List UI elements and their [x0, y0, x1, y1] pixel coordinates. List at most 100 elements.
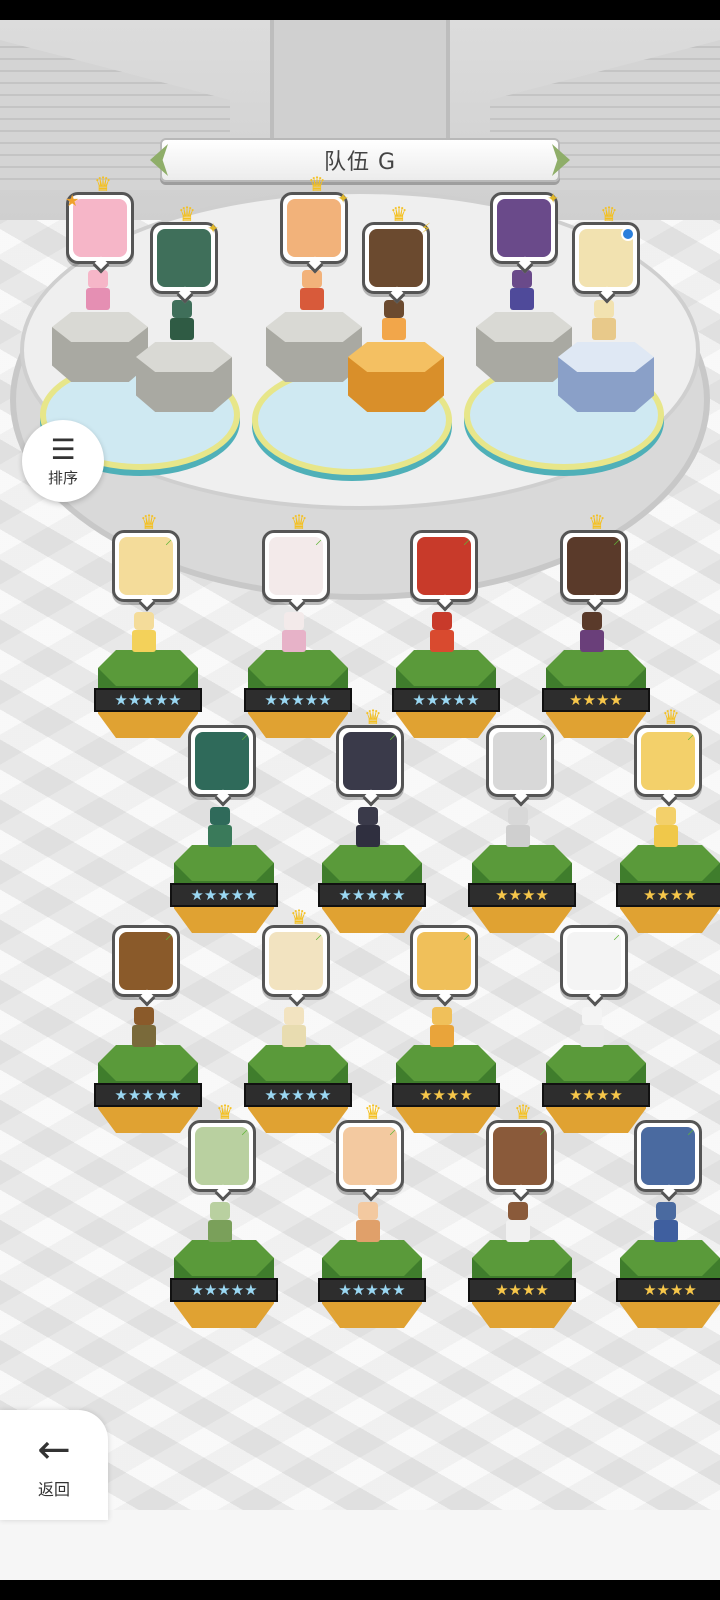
hero-sprite-brown-haired-ninja[interactable]: [572, 612, 612, 654]
crown-icon: ♛: [308, 172, 326, 196]
hero-sprite-tan-warrior[interactable]: [124, 1007, 164, 1049]
hero-sprite-white-haired-tan-boy[interactable]: [498, 1202, 538, 1244]
hero-portrait-cowgirl[interactable]: ♛ ⸝: [336, 1102, 404, 1202]
hero-portrait-white-goat[interactable]: ⸝: [560, 925, 628, 1007]
hero-portrait-orange-haired-girl[interactable]: ♛ ✦: [280, 174, 349, 274]
hero-sprite-green-haired-mage[interactable]: [200, 807, 240, 849]
grass-pedestal: ★★★★: [392, 1045, 500, 1135]
grass-pedestal: ★★★★★: [94, 650, 202, 740]
sprite-head: [358, 807, 378, 825]
crown-icon: ♛: [364, 1100, 382, 1124]
hero-sprite-red-dragon-knight[interactable]: [422, 612, 462, 654]
grass-pedestal: ★★★★★: [244, 1045, 352, 1135]
status-bar: [0, 0, 720, 20]
crown-icon: ♛: [140, 510, 158, 534]
sparkle-icon: ✦: [207, 221, 219, 237]
hero-portrait-green-haired-girl[interactable]: ♛ ✦: [150, 204, 219, 304]
hero-portrait-dark-skinned-girl[interactable]: ✦: [490, 191, 559, 274]
sprite-body: [282, 1025, 306, 1047]
hero-sprite-white-dragon[interactable]: [584, 300, 624, 342]
hero-portrait-white-tiger[interactable]: ⸝: [486, 725, 554, 807]
star-rating: ★★★★: [468, 883, 576, 907]
pedestal-top: [348, 342, 444, 372]
sprite-head: [210, 807, 230, 825]
hero-sprite-glasses-boy[interactable]: [374, 300, 414, 342]
hero-sprite-snake-hat-girl[interactable]: [200, 1202, 240, 1244]
hero-sprite-cat-boy[interactable]: [422, 1007, 462, 1049]
sprite-body: [580, 1025, 604, 1047]
hero-portrait-green-haired-mage[interactable]: ⸝: [188, 725, 256, 807]
grass-pedestal: ★★★★★: [244, 650, 352, 740]
hero-portrait-tan-warrior[interactable]: ⸝: [112, 925, 180, 1007]
pedestal-top: [396, 650, 496, 686]
sprite-body: [654, 825, 678, 847]
portrait-pointer: [362, 789, 380, 807]
star-rating: ★★★★: [542, 1083, 650, 1107]
hero-sprite-white-haired-girl[interactable]: [274, 612, 314, 654]
sort-button[interactable]: ☰ 排序: [22, 420, 104, 502]
hero-portrait-pink-haired-captain[interactable]: ♛ ★: [65, 174, 134, 274]
hero-portrait-white-haired-girl[interactable]: ♛ ⸝: [262, 512, 330, 612]
portrait-pointer: [436, 594, 454, 612]
hero-sprite-dark-armored-knight[interactable]: [348, 807, 388, 849]
leaf-icon: ⸝: [613, 927, 620, 943]
bottom-bar: [0, 1510, 720, 1580]
crown-icon: ♛: [216, 1100, 234, 1124]
hero-sprite-blonde-angry-girl[interactable]: [646, 807, 686, 849]
pedestal-top: [266, 312, 362, 342]
portrait-face: [73, 199, 127, 257]
crown-icon: ♛: [364, 705, 382, 729]
pedestal-top: [472, 845, 572, 881]
sprite-body: [208, 825, 232, 847]
grass-pedestal: ★★★★★: [318, 845, 426, 935]
hero-portrait-blonde-elf[interactable]: ♛ ⸝: [112, 512, 180, 612]
sort-label: 排序: [47, 468, 78, 487]
hero-portrait-glasses-boy[interactable]: ♛ ⚡: [362, 204, 431, 304]
portrait-pointer: [138, 989, 156, 1007]
grass-pedestal: ★★★★★: [94, 1045, 202, 1135]
hero-portrait-cat-boy[interactable]: ⸝: [410, 925, 478, 1007]
hero-portrait-brown-haired-ninja[interactable]: ♛ ⸝: [560, 512, 628, 612]
sprite-head: [284, 1007, 304, 1025]
grass-pedestal: ★★★★★: [170, 845, 278, 935]
hero-portrait-dark-armored-knight[interactable]: ♛ ⸝: [336, 707, 404, 807]
sprite-body: [430, 630, 454, 652]
hero-sprite-blonde-elf[interactable]: [124, 612, 164, 654]
hero-portrait-pilot-animal[interactable]: ⸝: [634, 1120, 702, 1202]
pedestal-top: [98, 650, 198, 686]
formation-pedestal: [558, 342, 654, 414]
hero-sprite-dark-skinned-girl[interactable]: [502, 270, 542, 312]
hero-sprite-white-goat[interactable]: [572, 1007, 612, 1049]
sprite-head: [512, 270, 532, 288]
hero-sprite-green-haired-girl[interactable]: [162, 300, 202, 342]
sprite-head: [134, 1007, 154, 1025]
star-rating: ★★★★★: [244, 1083, 352, 1107]
hero-sprite-orange-haired-girl[interactable]: [292, 270, 332, 312]
sprite-body: [580, 630, 604, 652]
hero-portrait-snake-hat-girl[interactable]: ♛ ⸝: [188, 1102, 256, 1202]
hero-sprite-pilot-animal[interactable]: [646, 1202, 686, 1244]
hero-sprite-pink-haired-captain[interactable]: [78, 270, 118, 312]
sprite-body: [592, 318, 616, 340]
sprite-body: [510, 288, 534, 310]
sprite-body: [430, 1025, 454, 1047]
sprite-body: [282, 630, 306, 652]
hero-portrait-blonde-angry-girl[interactable]: ♛ ⸝: [634, 707, 702, 807]
sprite-body: [356, 1220, 380, 1242]
hero-sprite-cowgirl[interactable]: [348, 1202, 388, 1244]
grass-pedestal: ★★★★: [542, 1045, 650, 1135]
crown-icon: ♛: [178, 202, 196, 226]
back-button[interactable]: ← 返回: [0, 1410, 108, 1520]
star-rating: ★★★★: [542, 688, 650, 712]
hero-sprite-white-tiger[interactable]: [498, 807, 538, 849]
hero-portrait-cream-haired-priestess[interactable]: ♛ ⸝: [262, 907, 330, 1007]
crown-icon: ♛: [600, 202, 618, 226]
hero-portrait-white-dragon[interactable]: ♛: [572, 204, 640, 304]
sprite-head: [508, 807, 528, 825]
team-name-banner[interactable]: 队伍 G: [150, 138, 570, 182]
leaf-icon: ⸝: [165, 927, 172, 943]
hero-portrait-red-dragon-knight[interactable]: ⸝: [410, 530, 478, 612]
hero-sprite-cream-haired-priestess[interactable]: [274, 1007, 314, 1049]
hero-portrait-white-haired-tan-boy[interactable]: ♛ ⸝: [486, 1102, 554, 1202]
star-rating: ★★★★★: [170, 883, 278, 907]
